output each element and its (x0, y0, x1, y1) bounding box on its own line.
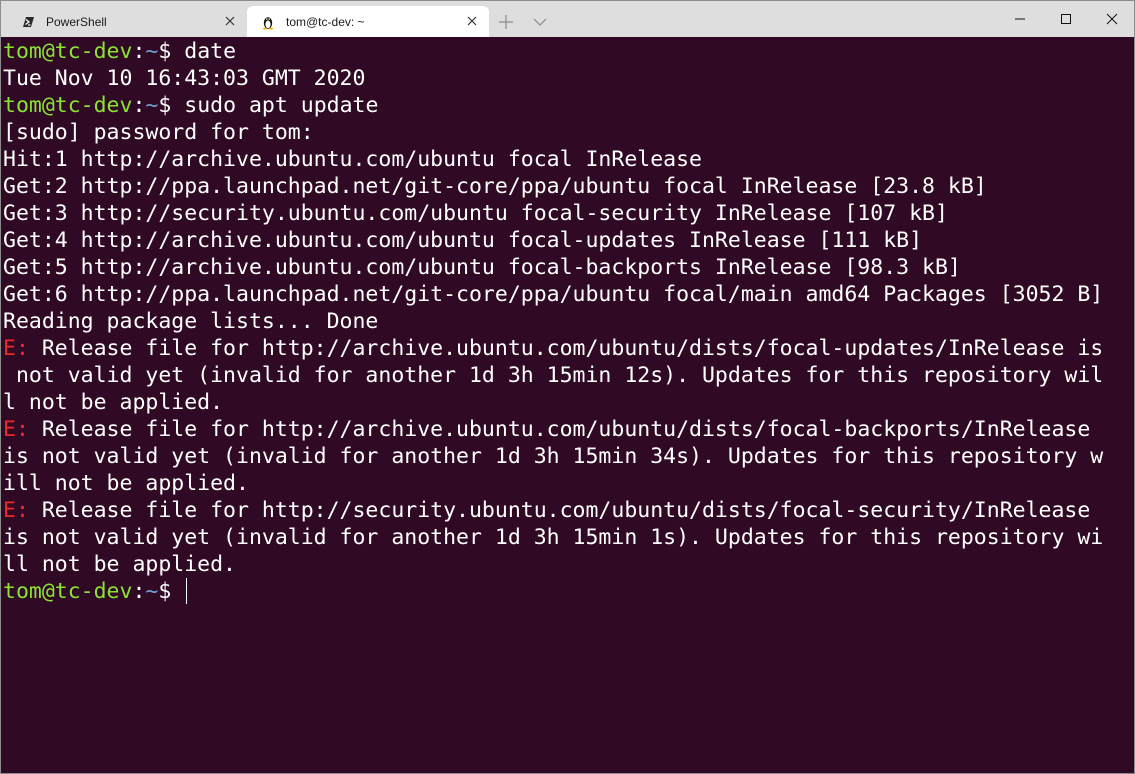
tab-powershell[interactable]: PowerShell (7, 6, 247, 37)
close-icon[interactable] (223, 14, 237, 28)
output-line: Tue Nov 10 16:43:03 GMT 2020 (3, 66, 366, 91)
tab-label: PowerShell (46, 15, 107, 29)
prompt-path: ~ (145, 39, 159, 64)
output-line: Get:2 http://ppa.launchpad.net/git-core/… (3, 174, 987, 199)
prompt-separator: : (132, 93, 146, 118)
title-bar[interactable]: PowerShell tom@tc-dev: ~ (1, 1, 1134, 37)
minimize-icon (1015, 18, 1025, 20)
linux-penguin-icon (263, 17, 273, 30)
command-text: sudo apt update (184, 93, 379, 118)
prompt-symbol: $ (158, 39, 185, 64)
prompt-symbol: $ (158, 93, 185, 118)
error-line: E: Release file for http://archive.ubunt… (3, 416, 1090, 443)
error-text: Release file for http://archive.ubuntu.c… (28, 336, 1104, 361)
output-line: Get:4 http://archive.ubuntu.com/ubuntu f… (3, 228, 923, 253)
error-prefix: E: (3, 417, 29, 442)
output-line: Reading package lists... Done (3, 309, 379, 334)
prompt-separator: : (132, 579, 146, 604)
output-line: not valid yet (invalid for another 1d 3h… (3, 363, 1104, 388)
prompt-user: tom@tc-dev (3, 93, 133, 118)
output-line: is not valid yet (invalid for another 1d… (3, 525, 1104, 550)
output-line: ll not be applied. (3, 552, 236, 577)
output-line: ill not be applied. (3, 471, 249, 496)
output-line: Get:3 http://security.ubuntu.com/ubuntu … (3, 201, 948, 226)
prompt-line: tom@tc-dev:~$ (3, 578, 188, 605)
tab-label: tom@tc-dev: ~ (286, 15, 365, 29)
close-window-button[interactable] (1089, 1, 1134, 37)
maximize-button[interactable] (1043, 1, 1089, 37)
prompt-symbol: $ (158, 579, 185, 604)
error-text: Release file for http://security.ubuntu.… (28, 498, 1091, 523)
prompt-user: tom@tc-dev (3, 39, 133, 64)
powershell-icon (23, 17, 34, 27)
terminal-output[interactable]: tom@tc-dev:~$ date Tue Nov 10 16:43:03 G… (2, 37, 1133, 772)
output-line: Get:5 http://archive.ubuntu.com/ubuntu f… (3, 255, 961, 280)
close-icon (1106, 13, 1118, 25)
chevron-down-icon[interactable] (529, 11, 551, 33)
error-prefix: E: (3, 336, 29, 361)
prompt-user: tom@tc-dev (3, 579, 133, 604)
error-line: E: Release file for http://security.ubun… (3, 497, 1090, 524)
output-line: [sudo] password for tom: (3, 120, 314, 145)
plus-icon[interactable] (495, 11, 517, 33)
error-line: E: Release file for http://archive.ubunt… (3, 335, 1103, 362)
tab-ubuntu[interactable]: tom@tc-dev: ~ (247, 6, 489, 37)
minimize-button[interactable] (997, 1, 1043, 37)
error-prefix: E: (3, 498, 29, 523)
prompt-path: ~ (145, 93, 159, 118)
terminal-window: PowerShell tom@tc-dev: ~ tom@tc-dev:~$ d… (0, 0, 1135, 774)
output-line: is not valid yet (invalid for another 1d… (3, 444, 1104, 469)
prompt-separator: : (132, 39, 146, 64)
prompt-line: tom@tc-dev:~$ date (3, 38, 236, 65)
text-cursor (186, 578, 188, 604)
maximize-icon (1061, 14, 1071, 24)
prompt-path: ~ (145, 579, 159, 604)
output-line: Hit:1 http://archive.ubuntu.com/ubuntu f… (3, 147, 702, 172)
prompt-line: tom@tc-dev:~$ sudo apt update (3, 92, 378, 119)
error-text: Release file for http://archive.ubuntu.c… (28, 417, 1091, 442)
command-text: date (184, 39, 237, 64)
output-line: l not be applied. (3, 390, 224, 415)
close-icon[interactable] (465, 14, 479, 28)
output-line: Get:6 http://ppa.launchpad.net/git-core/… (3, 282, 1104, 307)
